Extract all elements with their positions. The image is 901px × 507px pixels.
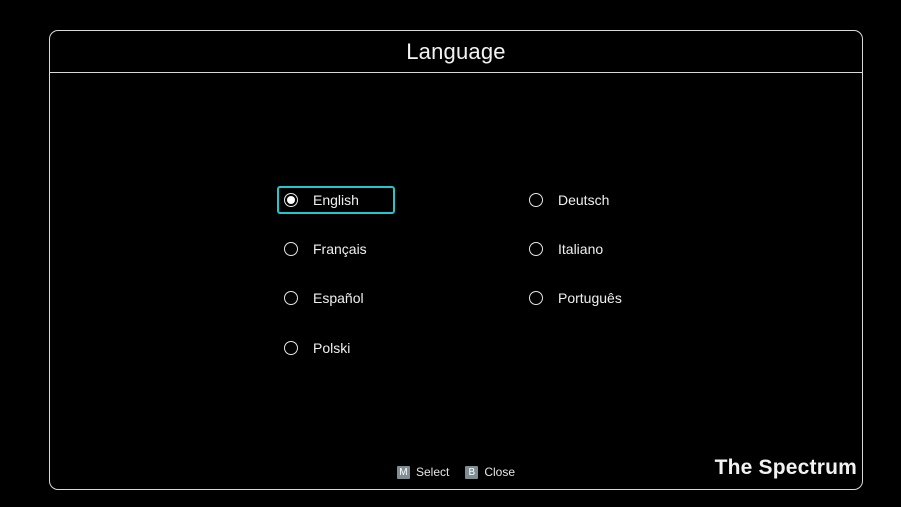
- radio-empty-icon: [284, 291, 298, 305]
- radio-selected-icon: [284, 193, 298, 207]
- language-label: Deutsch: [558, 192, 610, 208]
- language-label: Español: [313, 290, 364, 306]
- radio-empty-icon: [529, 291, 543, 305]
- language-label: Polski: [313, 340, 351, 356]
- dialog-title: Language: [406, 38, 506, 64]
- language-label: Português: [558, 290, 622, 306]
- dialog-title-bar: Language: [50, 31, 862, 73]
- close-hint[interactable]: Close: [484, 465, 515, 479]
- m-key-icon: M: [396, 465, 410, 479]
- language-label: Français: [313, 241, 367, 257]
- radio-empty-icon: [529, 242, 543, 256]
- screen: Language English Français Español Polski…: [0, 0, 901, 507]
- radio-empty-icon: [284, 341, 298, 355]
- language-dialog: Language English Français Español Polski…: [49, 30, 863, 490]
- radio-empty-icon: [284, 242, 298, 256]
- language-option-english[interactable]: English: [277, 186, 395, 214]
- language-label: Italiano: [558, 241, 604, 257]
- dialog-footer: M Select B Close The Spectrum: [50, 455, 862, 489]
- language-option-polski[interactable]: Polski: [277, 334, 395, 362]
- language-option-portugues[interactable]: Português: [522, 284, 652, 312]
- language-option-deutsch[interactable]: Deutsch: [522, 186, 652, 214]
- language-option-francais[interactable]: Français: [277, 235, 395, 263]
- b-key-icon: B: [465, 465, 479, 479]
- language-option-espanol[interactable]: Español: [277, 284, 395, 312]
- brand-logo: The Spectrum: [714, 456, 857, 479]
- language-option-italiano[interactable]: Italiano: [522, 235, 652, 263]
- select-hint[interactable]: Select: [416, 465, 449, 479]
- language-label: English: [313, 192, 359, 208]
- radio-empty-icon: [529, 193, 543, 207]
